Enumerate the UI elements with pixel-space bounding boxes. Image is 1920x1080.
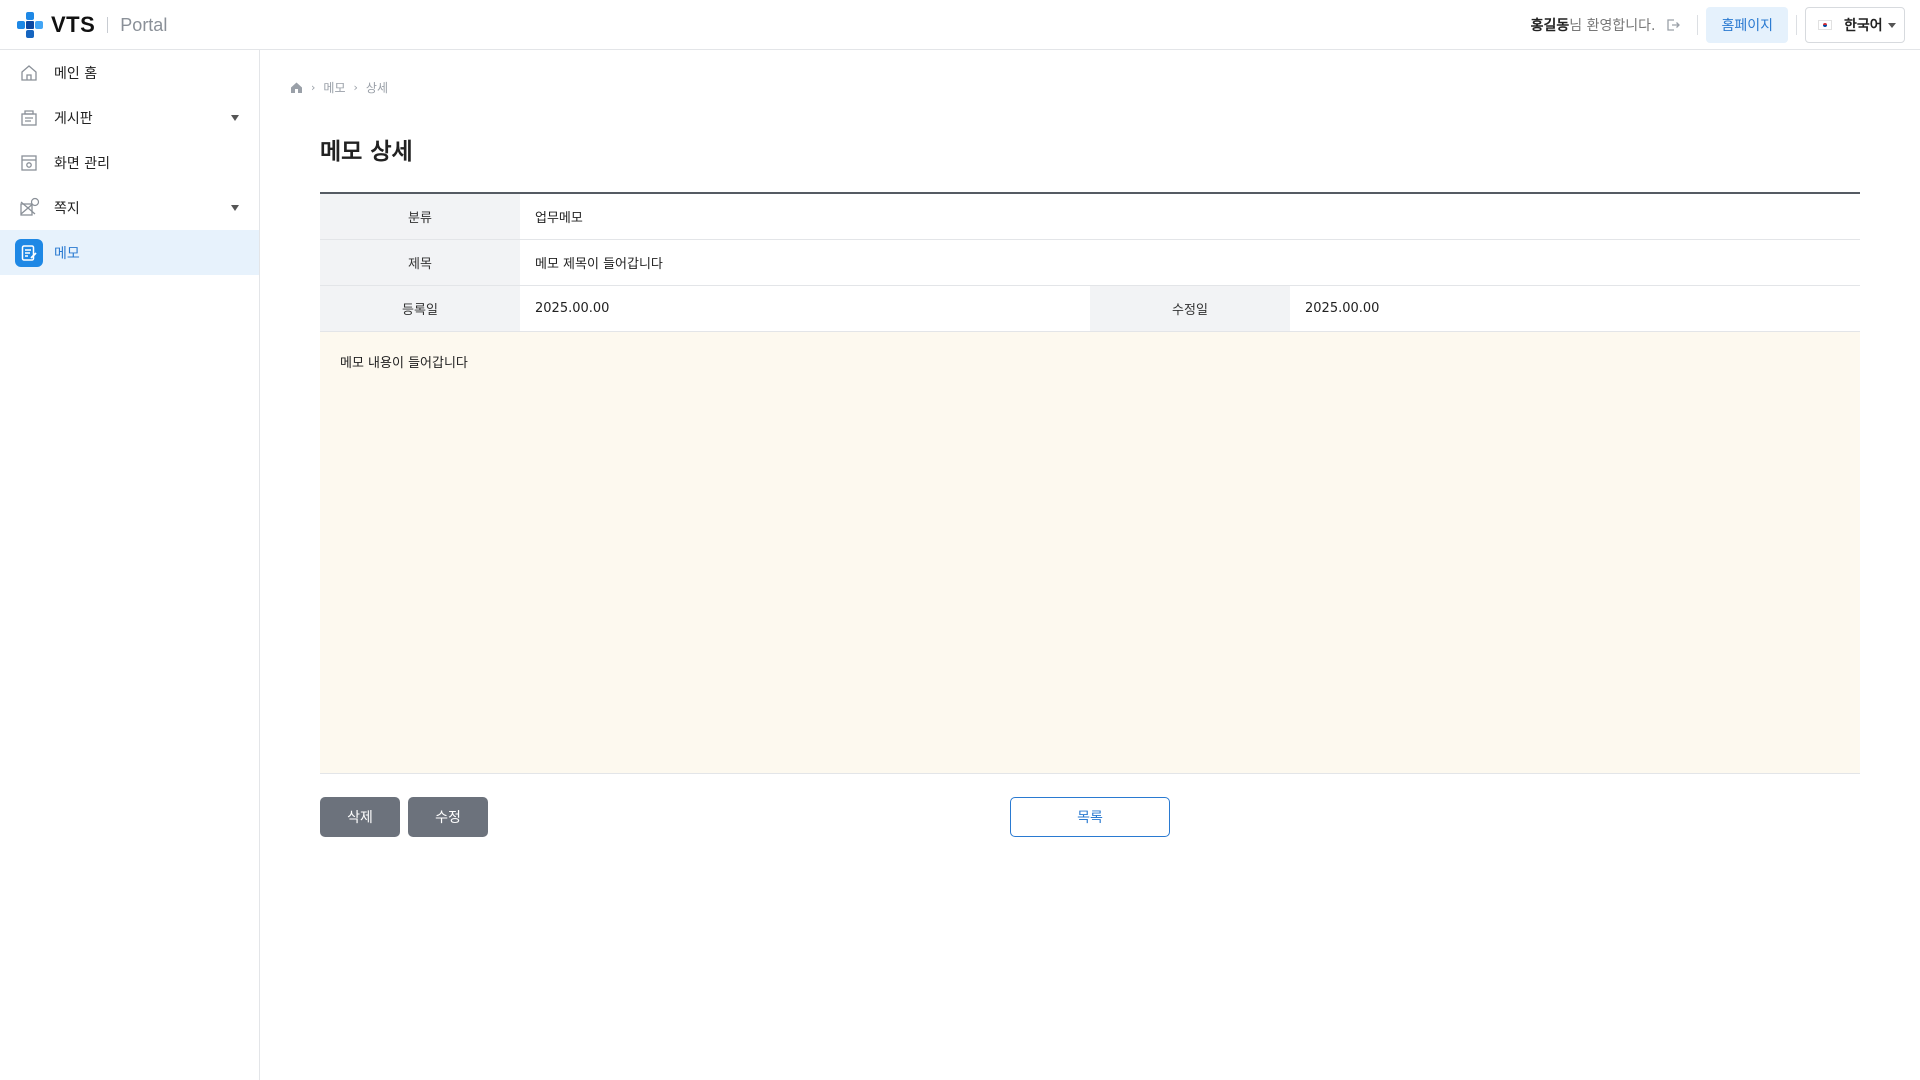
category-label: 분류 bbox=[320, 194, 520, 239]
memo-icon bbox=[15, 238, 43, 267]
home-icon[interactable] bbox=[290, 81, 303, 94]
modified-date-value: 2025.00.00 bbox=[1305, 301, 1380, 316]
logo-text: VTS bbox=[51, 12, 96, 37]
sidebar-item-label: 쪽지 bbox=[54, 200, 80, 217]
header-divider bbox=[1796, 15, 1797, 35]
sidebar-item-screen-manage[interactable]: 화면 관리 bbox=[0, 140, 259, 185]
logo[interactable]: VTS Portal bbox=[15, 10, 167, 40]
sidebar: 메인 홈 게시판 화면 관리 쪽지 메모 bbox=[0, 50, 260, 1080]
logo-divider bbox=[107, 17, 109, 33]
language-label: 한국어 bbox=[1844, 18, 1883, 34]
sidebar-item-label: 메모 bbox=[54, 245, 80, 262]
home-icon bbox=[18, 62, 40, 84]
category-value: 업무메모 bbox=[535, 211, 583, 226]
edit-button[interactable]: 수정 bbox=[408, 797, 488, 837]
top-header: VTS Portal 홍길동 님 환영합니다. 홈페이지 한국어 bbox=[0, 0, 1920, 50]
header-user-area: 홍길동 님 환영합니다. 홈페이지 한국어 bbox=[1531, 7, 1905, 43]
sidebar-item-board[interactable]: 게시판 bbox=[0, 95, 259, 140]
table-row: 등록일 2025.00.00 수정일 2025.00.00 bbox=[320, 286, 1860, 332]
logout-icon[interactable] bbox=[1665, 17, 1681, 33]
welcome-text: 님 환영합니다. bbox=[1569, 18, 1656, 34]
logo-subtitle: Portal bbox=[120, 14, 168, 35]
vts-logo-icon bbox=[17, 12, 43, 38]
sidebar-item-main-home[interactable]: 메인 홈 bbox=[0, 50, 259, 95]
language-select[interactable]: 한국어 bbox=[1805, 7, 1905, 43]
chevron-right-icon: › bbox=[311, 80, 316, 94]
homepage-button[interactable]: 홈페이지 bbox=[1706, 7, 1788, 43]
screen-manage-icon bbox=[18, 152, 40, 174]
sidebar-item-label: 화면 관리 bbox=[54, 155, 110, 172]
table-row: 분류 업무메모 bbox=[320, 194, 1860, 240]
board-icon bbox=[18, 107, 40, 129]
message-icon bbox=[18, 197, 40, 219]
created-date-label: 등록일 bbox=[320, 286, 520, 331]
header-divider bbox=[1697, 15, 1699, 35]
breadcrumb: › 메모 › 상세 bbox=[290, 79, 388, 95]
delete-button[interactable]: 삭제 bbox=[320, 797, 400, 837]
breadcrumb-item[interactable]: 메모 bbox=[323, 79, 345, 96]
breadcrumb-item: 상세 bbox=[365, 80, 388, 95]
memo-detail-table: 분류 업무메모 제목 메모 제목이 들어갑니다 등록일 2025.00.00 수… bbox=[320, 192, 1860, 774]
sidebar-item-message[interactable]: 쪽지 bbox=[0, 185, 259, 230]
sidebar-item-label: 메인 홈 bbox=[54, 65, 98, 82]
table-row: 제목 메모 제목이 들어갑니다 bbox=[320, 240, 1860, 286]
chevron-down-icon bbox=[231, 115, 239, 121]
korea-flag-icon bbox=[1818, 20, 1832, 30]
chevron-down-icon bbox=[231, 205, 239, 211]
page-title: 메모 상세 bbox=[320, 139, 413, 165]
sidebar-item-memo[interactable]: 메모 bbox=[0, 230, 259, 275]
title-value: 메모 제목이 들어갑니다 bbox=[535, 257, 663, 272]
list-button[interactable]: 목록 bbox=[1010, 797, 1170, 837]
sidebar-item-label: 게시판 bbox=[54, 110, 93, 127]
chevron-down-icon bbox=[1888, 23, 1896, 28]
welcome-message: 홍길동 님 환영합니다. bbox=[1531, 15, 1682, 35]
user-name: 홍길동 bbox=[1530, 18, 1570, 34]
created-date-value: 2025.00.00 bbox=[535, 301, 610, 316]
memo-content: 메모 내용이 들어갑니다 bbox=[320, 332, 1860, 774]
modified-date-label: 수정일 bbox=[1090, 286, 1290, 331]
title-label: 제목 bbox=[320, 240, 520, 285]
chevron-right-icon: › bbox=[353, 80, 358, 94]
